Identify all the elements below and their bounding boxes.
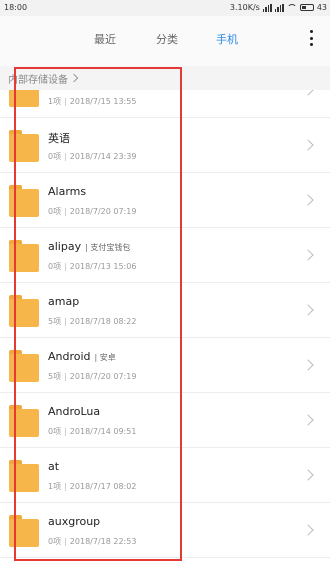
folder-icon	[9, 240, 39, 272]
breadcrumb-label: 内部存储设备	[8, 74, 68, 86]
tab-phone[interactable]: 手机	[216, 31, 238, 47]
folder-name: amap	[48, 295, 80, 308]
chevron-right-icon	[302, 249, 314, 261]
folder-list: 1项 | 2018/7/15 13:55 英语 0项 | 2018/7/14 23:39…	[0, 90, 330, 565]
folder-meta: 5项 | 2018/7/20 07:19	[48, 372, 137, 381]
folder-alias: | 支付宝钱包	[85, 243, 131, 252]
folder-name: AndroLua	[48, 405, 101, 418]
chevron-right-icon	[302, 90, 314, 96]
folder-name: alipay | 支付宝钱包	[48, 240, 131, 253]
folder-icon	[9, 130, 39, 162]
battery-level: 43	[316, 3, 327, 12]
folder-name: auxgroup	[48, 515, 101, 528]
chevron-right-icon	[302, 359, 314, 371]
folder-icon	[9, 90, 39, 107]
folder-row[interactable]: amap 5项 | 2018/7/18 08:22	[0, 283, 330, 338]
folder-icon	[9, 295, 39, 327]
chevron-right-icon	[302, 139, 314, 151]
battery-icon	[299, 4, 314, 11]
tab-recent[interactable]: 最近	[94, 31, 116, 47]
folder-meta: 1项 | 2018/7/15 13:55	[48, 97, 137, 106]
folder-row[interactable]: at 1项 | 2018/7/17 08:02	[0, 448, 330, 503]
signal-icon	[262, 3, 272, 12]
folder-icon	[9, 515, 39, 547]
chevron-right-icon	[302, 414, 314, 426]
network-speed: 3.10K/s	[229, 3, 260, 12]
folder-meta: 0项 | 2018/7/20 07:19	[48, 207, 137, 216]
wifi-icon	[286, 4, 297, 11]
folder-meta: 1项 | 2018/7/17 08:02	[48, 482, 137, 491]
folder-row[interactable]: AndroLua 0项 | 2018/7/14 09:51	[0, 393, 330, 448]
folder-name: at	[48, 460, 60, 473]
status-bar: 18:00 3.10K/s 43	[0, 0, 330, 16]
folder-row[interactable]: Android | 安卓 5项 | 2018/7/20 07:19	[0, 338, 330, 393]
folder-name: 英语	[48, 132, 70, 145]
folder-meta: 0项 | 2018/7/14 09:51	[48, 427, 137, 436]
breadcrumb[interactable]: 内部存储设备	[0, 66, 330, 90]
status-time: 18:00	[4, 3, 28, 12]
status-indicators: 3.10K/s 43	[230, 3, 327, 12]
folder-name: Android | 安卓	[48, 350, 116, 363]
folder-row[interactable]: 英语 0项 | 2018/7/14 23:39	[0, 118, 330, 173]
folder-meta: 0项 | 2018/7/13 15:06	[48, 262, 137, 271]
more-options-icon[interactable]	[310, 30, 314, 46]
folder-row[interactable]: 1项 | 2018/7/15 13:55	[0, 90, 330, 118]
folder-icon	[9, 185, 39, 217]
folder-row[interactable]: auxgroup 0项 | 2018/7/18 22:53	[0, 503, 330, 558]
chevron-right-icon	[302, 469, 314, 481]
folder-meta: 0项 | 2018/7/14 23:39	[48, 152, 137, 161]
folder-icon	[9, 460, 39, 492]
chevron-right-icon	[69, 73, 79, 83]
top-tab-bar: 最近 分类 手机	[0, 16, 330, 66]
folder-alias: | 安卓	[94, 353, 116, 362]
folder-meta: 0项 | 2018/7/18 22:53	[48, 537, 137, 546]
chevron-right-icon	[302, 524, 314, 536]
folder-row[interactable]: Alarms 0项 | 2018/7/20 07:19	[0, 173, 330, 228]
folder-name: Alarms	[48, 185, 87, 198]
folder-meta: 5项 | 2018/7/18 08:22	[48, 317, 137, 326]
chevron-right-icon	[302, 194, 314, 206]
folder-row[interactable]: alipay | 支付宝钱包 0项 | 2018/7/13 15:06	[0, 228, 330, 283]
folder-icon	[9, 405, 39, 437]
chevron-right-icon	[302, 304, 314, 316]
signal-icon-2	[274, 3, 284, 12]
folder-icon	[9, 350, 39, 382]
tab-category[interactable]: 分类	[156, 31, 178, 47]
